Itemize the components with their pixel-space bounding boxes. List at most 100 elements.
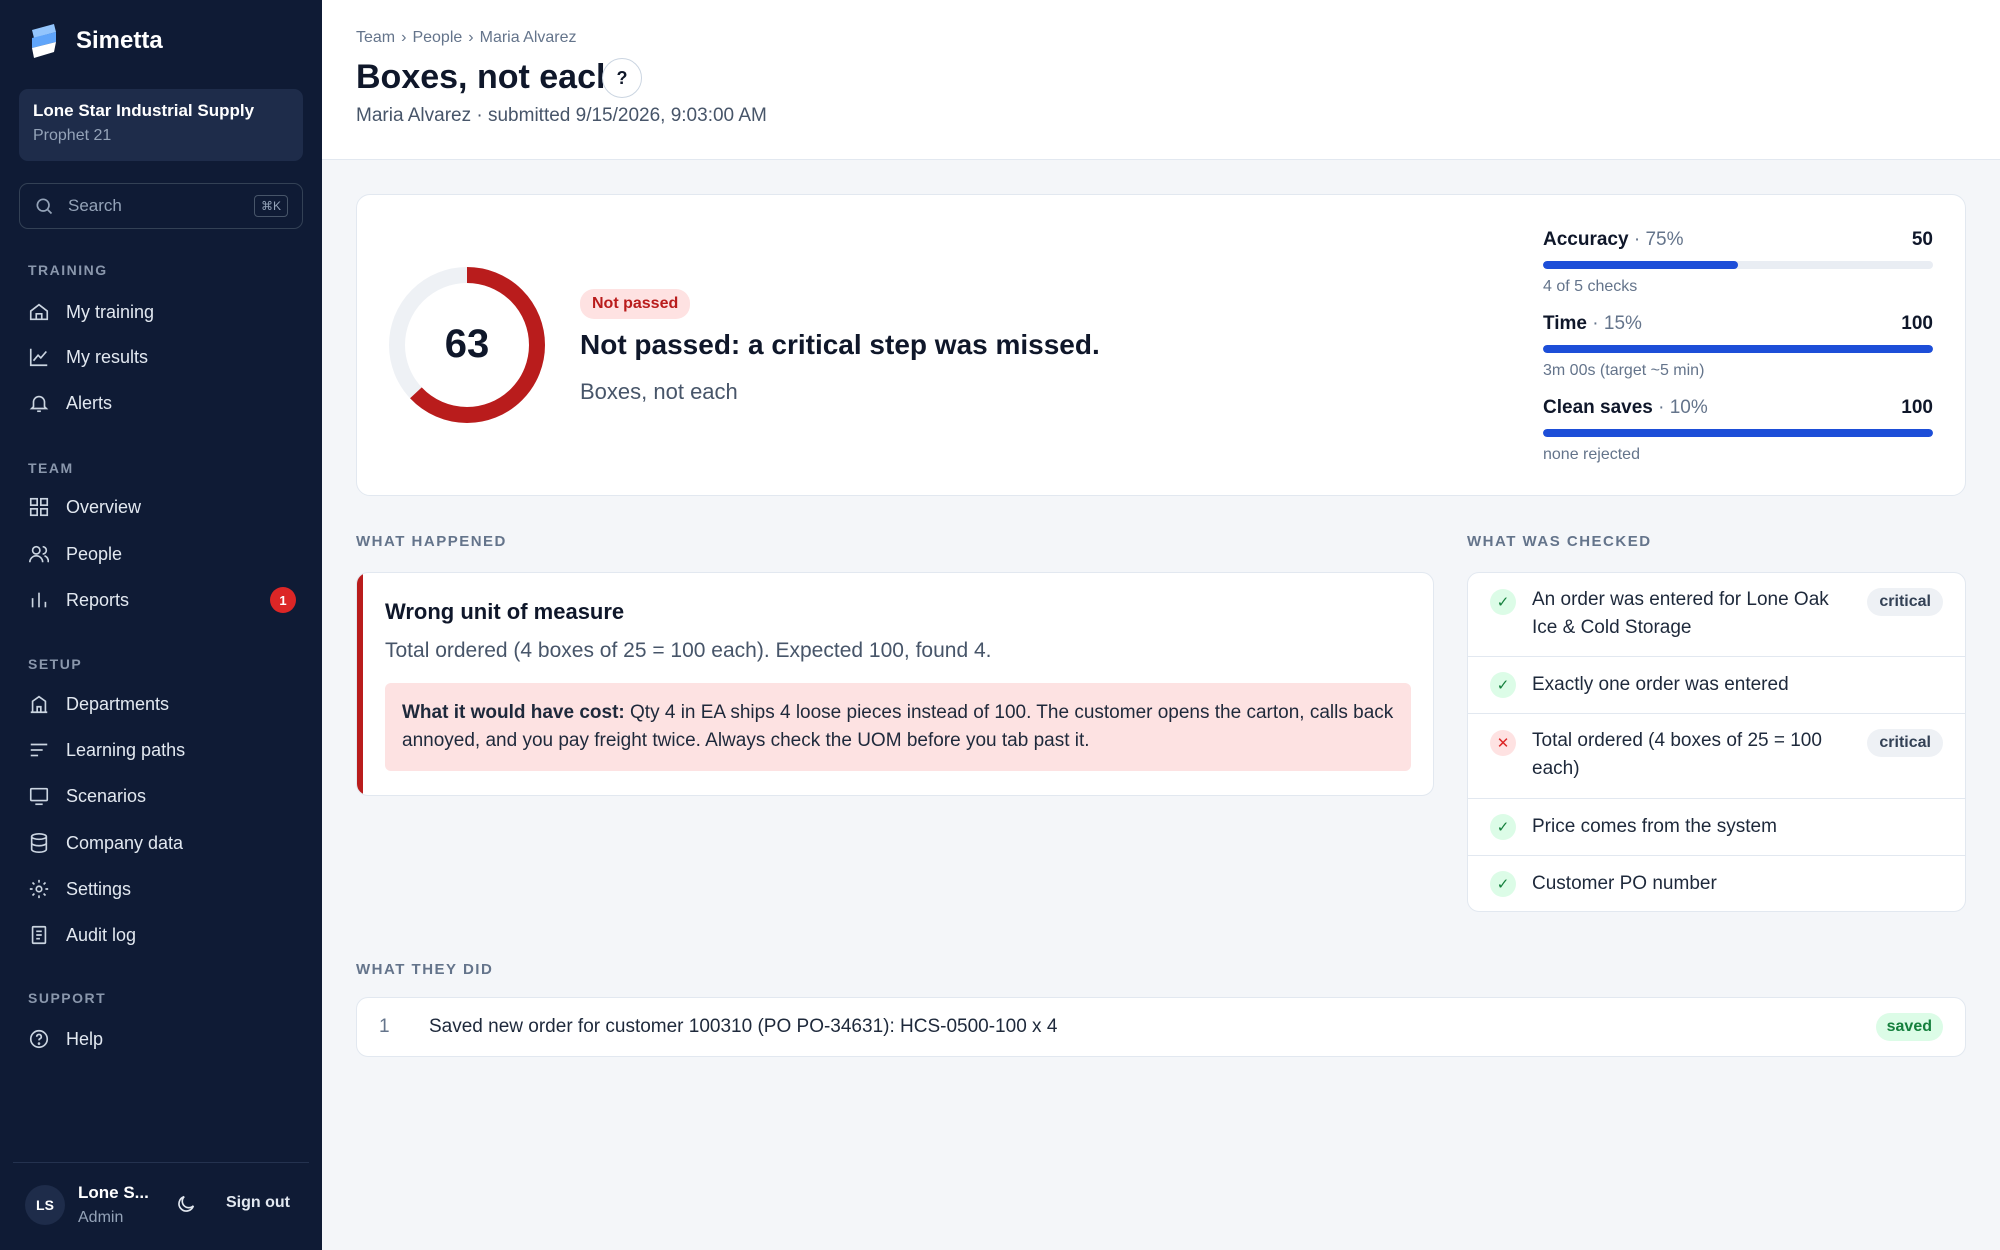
metric-time: Time · 15% 100 3m 00s (target ~5 min)	[1543, 313, 1933, 397]
bell-icon	[29, 395, 49, 413]
nav-reports[interactable]: Reports 1	[28, 582, 296, 618]
breadcrumb-separator: ›	[468, 29, 474, 46]
cost-label: What it would have cost:	[402, 702, 625, 723]
metric-note: none rejected	[1543, 446, 1640, 463]
search-icon	[36, 198, 53, 215]
check-text: An order was entered for Lone Oak Ice & …	[1532, 589, 1829, 638]
score-headline: Not passed: a critical step was missed.	[580, 329, 1100, 360]
nav-label: Alerts	[66, 392, 113, 413]
page-title: Boxes, not each	[356, 58, 617, 96]
nav-departments[interactable]: Departments	[28, 686, 296, 722]
cost-callout: What it would have cost: Qty 4 in EA shi…	[385, 683, 1411, 771]
nav-scenarios[interactable]: Scenarios	[28, 778, 296, 814]
section-what-happened: WHAT HAPPENED	[356, 533, 507, 550]
metric-name: Time	[1543, 313, 1588, 334]
breadcrumb-team[interactable]: Team	[356, 29, 395, 47]
nav-audit-log[interactable]: Audit log	[28, 917, 296, 953]
metric-bar-fill	[1543, 261, 1738, 269]
help-icon	[29, 1029, 49, 1049]
grid-icon	[29, 497, 49, 517]
avatar[interactable]: LS	[25, 1185, 65, 1225]
nav-label: Reports	[66, 589, 130, 610]
saved-badge: saved	[1875, 1013, 1943, 1041]
check-pass-icon: ✓	[1490, 589, 1516, 615]
check-item: ✓ Price comes from the system	[1468, 799, 1965, 856]
nav-label: Scenarios	[66, 785, 147, 806]
user-footer: LS Lone S... Admin Sign out	[13, 1162, 309, 1250]
simetta-logo-icon	[32, 24, 56, 58]
nav-settings[interactable]: Settings	[28, 871, 296, 907]
section-training: TRAINING	[28, 262, 108, 278]
nav-label: Audit log	[66, 924, 137, 945]
metric-bar-fill	[1543, 429, 1933, 437]
users-icon	[29, 545, 50, 563]
help-button[interactable]: ?	[602, 58, 642, 98]
section-what-was-checked: WHAT WAS CHECKED	[1467, 533, 1652, 550]
nav-my-training[interactable]: My training	[28, 294, 296, 330]
section-support: SUPPORT	[28, 990, 107, 1006]
search-placeholder: Search	[68, 196, 122, 215]
metric-name: Accuracy	[1543, 229, 1629, 250]
breadcrumb-people[interactable]: People	[412, 29, 462, 47]
nav-my-results[interactable]: My results	[28, 339, 296, 375]
section-what-they-did: WHAT THEY DID	[356, 961, 494, 978]
home-icon	[29, 303, 49, 321]
metric-clean-saves: Clean saves · 10% 100 none rejected	[1543, 397, 1933, 481]
nav-people[interactable]: People	[28, 536, 296, 572]
brand[interactable]: Simetta	[28, 24, 163, 58]
moon-icon[interactable]	[175, 1193, 197, 1215]
org-name: Lone Star Industrial Supply	[33, 101, 255, 120]
list-icon	[30, 743, 48, 757]
action-log: 1 Saved new order for customer 100310 (P…	[356, 997, 1966, 1057]
score-ring: 63	[389, 267, 545, 423]
gear-icon	[29, 879, 49, 899]
metric-note: 4 of 5 checks	[1543, 278, 1638, 295]
check-text: Exactly one order was entered	[1532, 674, 1789, 695]
nav-label: Learning paths	[66, 739, 186, 760]
page-header: Team › People › Maria Alvarez Boxes, not…	[322, 0, 2000, 160]
nav-overview[interactable]: Overview	[28, 489, 296, 525]
breadcrumb-separator: ›	[401, 29, 407, 46]
metric-weight: · 15%	[1587, 313, 1642, 334]
search-input[interactable]: Search ⌘K	[19, 183, 303, 229]
nav-label: Settings	[66, 878, 132, 899]
check-text: Total ordered (4 boxes of 25 = 100 each)	[1532, 730, 1822, 779]
nav-help[interactable]: Help	[28, 1021, 296, 1057]
check-pass-icon: ✓	[1490, 672, 1516, 698]
sign-out-button[interactable]: Sign out	[226, 1194, 290, 1212]
check-item: ✓ An order was entered for Lone Oak Ice …	[1468, 573, 1965, 657]
metric-bar-fill	[1543, 345, 1933, 353]
check-pass-icon: ✓	[1490, 871, 1516, 897]
section-team: TEAM	[28, 460, 74, 476]
nav-label: Company data	[66, 832, 184, 853]
clipboard-icon	[31, 925, 47, 945]
nav-learning-paths[interactable]: Learning paths	[28, 732, 296, 768]
chart-line-icon	[29, 348, 48, 367]
section-setup: SETUP	[28, 656, 83, 672]
org-switcher[interactable]: Lone Star Industrial Supply Prophet 21	[19, 89, 303, 161]
scenario-name: Boxes, not each	[580, 379, 738, 404]
bar-chart-icon	[31, 592, 47, 608]
issue-description: Total ordered (4 boxes of 25 = 100 each)…	[385, 639, 992, 662]
breadcrumb-person: Maria Alvarez	[479, 29, 577, 46]
reports-badge: 1	[270, 587, 296, 613]
nav-company-data[interactable]: Company data	[28, 825, 296, 861]
check-item: ✓ Customer PO number	[1468, 856, 1965, 911]
monitor-icon	[29, 787, 49, 806]
check-item: ✓ Exactly one order was entered	[1468, 657, 1965, 714]
nav-alerts[interactable]: Alerts	[28, 385, 296, 421]
sidebar: Simetta Lone Star Industrial Supply Prop…	[0, 0, 322, 1250]
app-name: Simetta	[76, 27, 163, 54]
nav-label: Help	[66, 1028, 104, 1049]
user-role: Admin	[78, 1209, 124, 1226]
issue-card: Wrong unit of measure Total ordered (4 b…	[356, 572, 1434, 796]
metric-bar	[1543, 261, 1933, 269]
nav-label: My training	[66, 301, 155, 322]
database-icon	[30, 833, 48, 853]
metric-score: 50	[1911, 229, 1933, 250]
check-pass-icon: ✓	[1490, 814, 1516, 840]
metric-accuracy: Accuracy · 75% 50 4 of 5 checks	[1543, 229, 1933, 313]
status-badge: Not passed	[580, 289, 691, 319]
nav-label: People	[66, 543, 123, 564]
org-system: Prophet 21	[33, 127, 112, 144]
